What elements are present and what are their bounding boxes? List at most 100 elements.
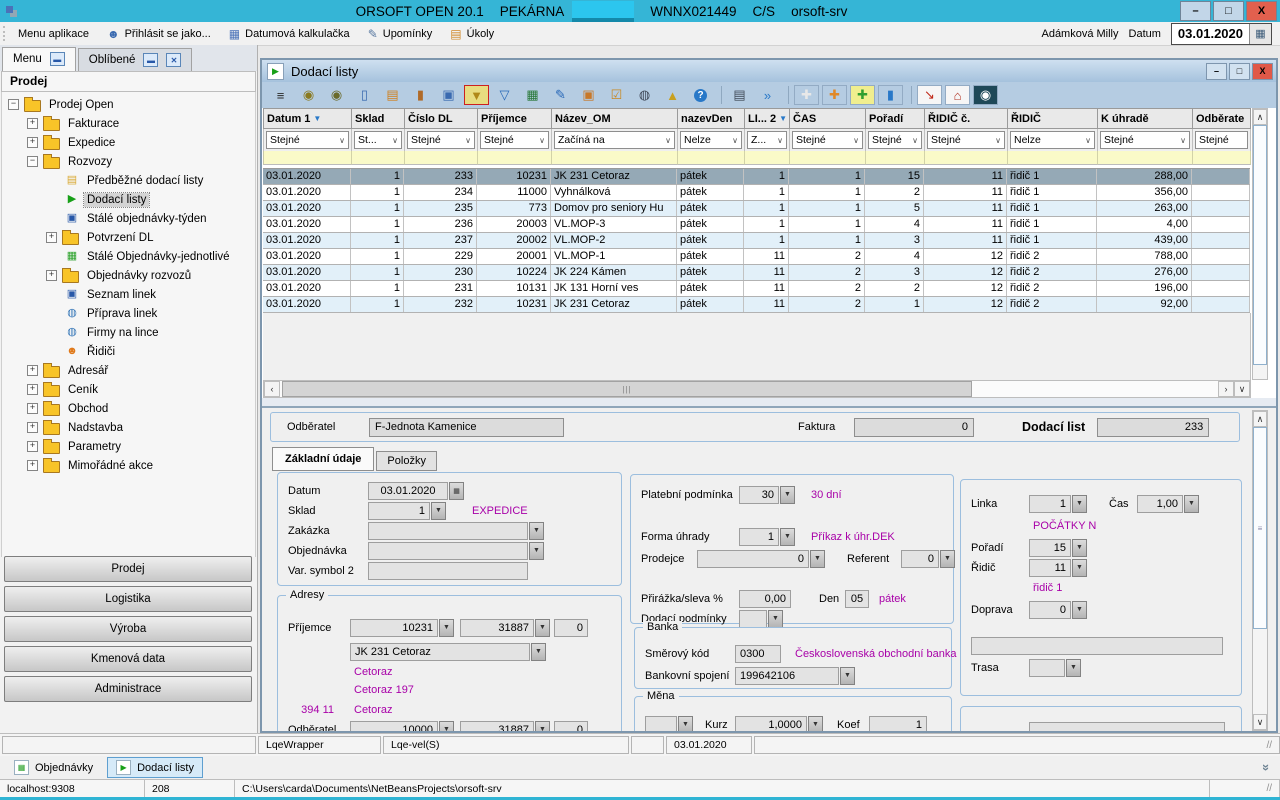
form-field[interactable]: 1 [1029,495,1071,513]
menu-item-menu-aplikace[interactable]: Menu aplikace [9,22,98,45]
customer-field[interactable]: F-Jednota Kamenice [369,418,564,437]
dropdown-button[interactable]: ▼ [1072,559,1087,577]
form-field[interactable] [368,542,528,560]
maximize-button[interactable]: □ [1213,1,1244,21]
dropdown-button[interactable]: ▼ [531,643,546,661]
expand-icon[interactable]: + [27,384,38,395]
filter-dropdown[interactable]: Stejné∨ [868,131,922,149]
form-field[interactable] [368,522,528,540]
tree-item-p-edb-n-dodac-listy[interactable]: ▤Předběžné dodací listy [2,171,255,190]
print-icon[interactable]: ▤ [727,85,752,105]
dropdown-button[interactable]: ▼ [808,716,823,734]
column-header-nazev-om[interactable]: Název_OM [552,108,678,129]
scroll-down-icon[interactable]: ∨ [1253,714,1267,730]
dropdown-button[interactable]: ▼ [535,721,550,734]
clover-orange-icon[interactable]: ✚ [822,85,847,105]
form-field[interactable]: JK 231 Cetoraz [350,643,530,661]
tree-item-nadstavba[interactable]: +Nadstavba [2,418,255,437]
filter-input-cell[interactable] [866,151,925,165]
invoice-field[interactable]: 0 [854,418,974,437]
copy-record-icon[interactable]: ▣ [436,85,461,105]
view-columns-icon[interactable]: ◉ [324,85,349,105]
dropdown-button[interactable]: ▼ [940,550,955,568]
minimize-panel-icon[interactable]: ▬ [50,52,65,66]
column-header-odberatel[interactable]: Odběrate [1193,108,1251,129]
scroll-left-icon[interactable]: ‹ [264,381,280,397]
nav-button-kmenov-data[interactable]: Kmenová data [4,646,252,672]
dropdown-button[interactable]: ▼ [1072,601,1087,619]
excel-export-icon[interactable]: ▦ [520,85,545,105]
pyramid-icon[interactable]: ▲ [660,85,685,105]
column-header-ridic-c[interactable]: ŘIDIČ č. [925,108,1008,129]
panel-blue-icon[interactable]: ▮ [878,85,903,105]
form-field[interactable]: 199642106 [735,667,839,685]
column-header-li[interactable]: LI...2▼ [745,108,790,129]
tree-item-st-l-objedn-vky-jednotliv[interactable]: ▦Stálé Objednávky-jednotlivé [2,247,255,266]
form-field[interactable]: 05 [845,590,869,608]
form-field[interactable]: 31887 [460,619,534,637]
calendar-button[interactable]: ▦ [449,482,464,500]
expand-icon[interactable]: + [27,460,38,471]
tree-item-mimo-dn-akce[interactable]: +Mimořádné akce [2,456,255,475]
detail-vscrollbar[interactable]: ∧ ≡ ∨ [1252,410,1268,731]
table-row[interactable]: 03.01.2020123720002VL.MOP-2pátek11311řid… [263,233,1250,249]
tree-item-p-prava-linek[interactable]: ◍Příprava linek [2,304,255,323]
dropdown-button[interactable]: ▼ [431,502,446,520]
filter-input-cell[interactable] [678,151,745,165]
expand-icon[interactable]: + [27,137,38,148]
web-icon[interactable]: ◍ [632,85,657,105]
sidebar-tab-obl-ben[interactable]: Oblíbené▬✕ [78,48,193,71]
table-vscroll-thumb[interactable] [1253,125,1267,365]
form-field[interactable]: 10000 [350,721,438,734]
dropdown-button[interactable]: ▼ [529,522,544,540]
filter-icon[interactable]: ▽ [492,85,517,105]
column-header-cas[interactable]: ČAS [790,108,866,129]
filter-input-cell[interactable] [790,151,866,165]
filter-dropdown[interactable]: St...∨ [354,131,402,149]
scroll-up-icon[interactable]: ∧ [1253,411,1267,427]
filter-input-cell[interactable] [264,151,352,165]
duplicate-icon[interactable]: ▣ [576,85,601,105]
filter-dropdown[interactable]: Stejné∨ [792,131,863,149]
calendar-icon[interactable]: ▦ [1249,24,1271,44]
filter-dropdown[interactable]: Stejné∨ [266,131,349,149]
record-icon[interactable]: ◉ [973,85,998,105]
scroll-up-icon[interactable]: ∧ [1253,109,1267,125]
tree-item-expedice[interactable]: +Expedice [2,133,255,152]
sidebar-tab-menu[interactable]: Menu▬ [2,47,76,71]
home-icon[interactable]: ⌂ [945,85,970,105]
import-icon[interactable]: ↘ [917,85,942,105]
panel-close-button[interactable]: X [1252,63,1273,80]
tree-item-prodej-open[interactable]: −Prodej Open [2,95,255,114]
filter-input-cell[interactable] [1008,151,1098,165]
dropdown-button[interactable]: ▼ [1184,495,1199,513]
filter-input-cell[interactable] [552,151,678,165]
table-row[interactable]: 03.01.2020123310231JK 231 Cetorazpátek11… [263,169,1250,185]
tree-item-objedn-vky-rozvoz[interactable]: +Objednávky rozvozů [2,266,255,285]
table-row[interactable]: 03.01.2020123010224JK 224 Kámenpátek1123… [263,265,1250,281]
scroll-right-icon[interactable]: › [1218,381,1234,397]
tree-item-obchod[interactable]: +Obchod [2,399,255,418]
minimize-panel-icon[interactable]: ▬ [143,53,158,67]
hscroll-thumb[interactable]: ||| [282,381,972,397]
work-date-input[interactable]: 03.01.2020 ▦ [1171,23,1272,45]
delivery-note-number-field[interactable]: 233 [1097,418,1209,437]
dropdown-button[interactable]: ▼ [535,619,550,637]
tab-zakladni-udaje[interactable]: Základní údaje [272,447,374,471]
clover-green-icon[interactable]: ✚ [850,85,875,105]
table-row[interactable]: 03.01.2020123210231JK 231 Cetorazpátek11… [263,297,1250,313]
nav-button-logistika[interactable]: Logistika [4,586,252,612]
edit-form-icon[interactable]: ✎ [548,85,573,105]
dropdown-button[interactable]: ▼ [810,550,825,568]
collapse-icon[interactable]: − [27,156,38,167]
column-header-nazevden[interactable]: nazevDen [678,108,745,129]
column-header-datum[interactable]: Datum1▼ [264,108,352,129]
column-header-sklad[interactable]: Sklad [352,108,405,129]
tree-item-cen-k[interactable]: +Ceník [2,380,255,399]
collapse-icon[interactable]: − [8,99,19,110]
tree-item-potvrzen-dl[interactable]: +Potvrzení DL [2,228,255,247]
dropdown-button[interactable]: ▼ [1072,495,1087,513]
form-field[interactable]: 0,00 [739,590,791,608]
tree-item-st-l-objedn-vky-t-den[interactable]: ▣Stálé objednávky-týden [2,209,255,228]
quick-filter-icon[interactable]: ▼ [464,85,489,105]
